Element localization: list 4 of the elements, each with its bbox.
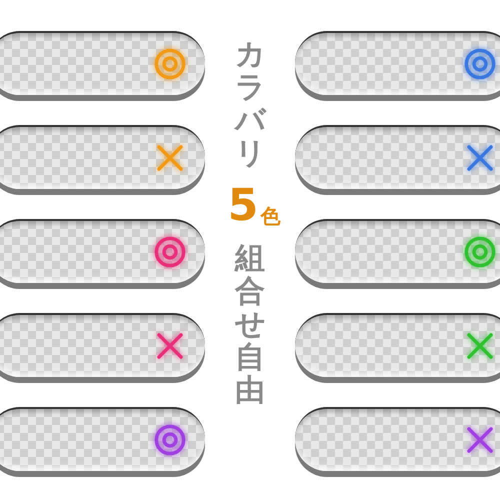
- count-unit: 色: [260, 204, 280, 228]
- vertical-caption: カラバリ: [235, 38, 265, 170]
- color-count: 5: [228, 184, 258, 228]
- vertical-caption: 組合せ自由: [235, 242, 265, 407]
